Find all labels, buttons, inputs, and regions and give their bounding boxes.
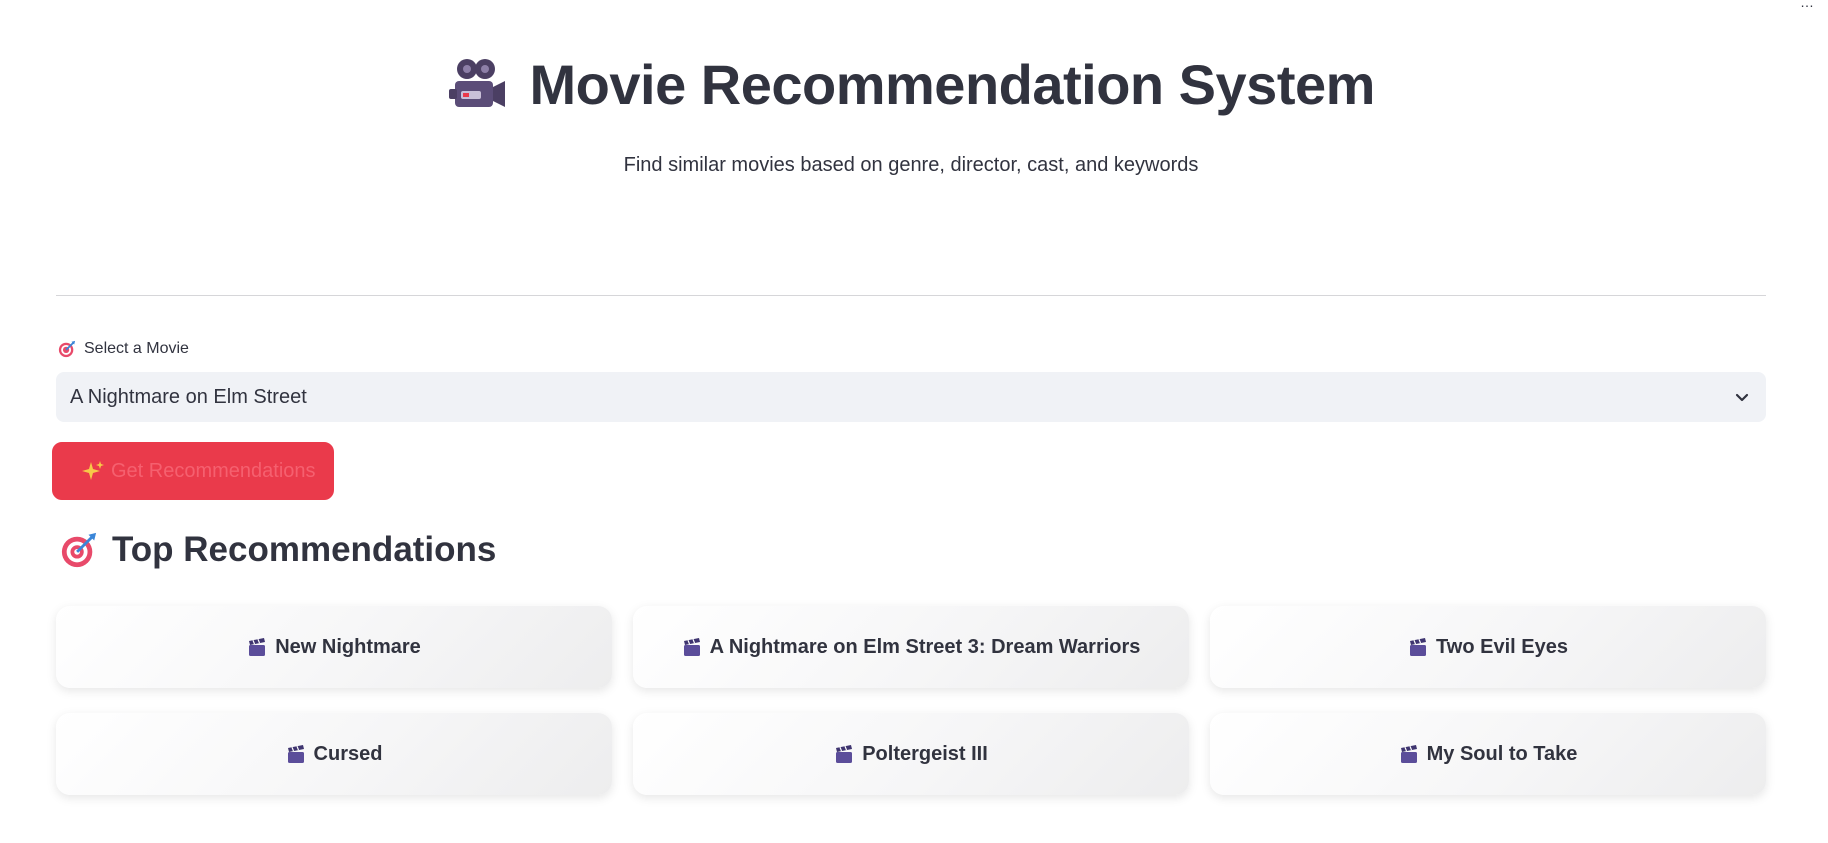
recommendation-card[interactable]: Cursed [56,713,612,795]
get-recommendations-label: Get Recommendations [111,459,316,482]
recommendation-title: New Nightmare [275,635,421,658]
clapperboard-icon [249,638,266,656]
movie-select[interactable]: A Nightmare on Elm Street [56,372,1766,422]
page-subtitle: Find similar movies based on genre, dire… [623,154,1199,176]
page-title: Movie Recommendation System [529,53,1376,116]
recommendations-heading-text: Top Recommendations [112,530,497,569]
get-recommendations-button[interactable]: Get Recommendations [52,442,334,500]
recommendation-title: Two Evil Eyes [1436,635,1568,658]
clapperboard-icon [836,745,853,763]
recommendation-card[interactable]: New Nightmare [56,606,612,688]
recommendation-title: My Soul to Take [1426,742,1578,765]
toolbar-fragment[interactable]: … [1800,0,1814,10]
recommendations-heading: Top Recommendations [60,530,496,570]
chevron-down-icon[interactable] [1732,387,1752,407]
clapperboard-icon [287,745,304,763]
selected-movie: A Nightmare on Elm Street [70,385,307,408]
target-icon [61,532,97,568]
recommendation-title: A Nightmare on Elm Street 3: Dream Warri… [709,635,1141,658]
select-label: Select a Movie [58,340,189,358]
select-label-text: Select a Movie [84,340,189,357]
target-icon [58,340,76,358]
app-page: … Movie Recommendation System Find simil… [0,0,1828,843]
recommendation-card[interactable]: My Soul to Take [1210,713,1766,795]
clapperboard-icon [683,638,700,656]
recommendation-title: Poltergeist III [862,742,988,765]
recommendations-grid: New Nightmare A Nightmare on Elm Street … [56,606,1766,795]
recommendation-card[interactable]: A Nightmare on Elm Street 3: Dream Warri… [633,606,1189,688]
recommendation-card[interactable]: Two Evil Eyes [1210,606,1766,688]
title-row: Movie Recommendation System [56,52,1766,117]
recommendation-card[interactable]: Poltergeist III [633,713,1189,795]
clapperboard-icon [1410,638,1427,656]
clapperboard-icon [1400,745,1417,763]
sparkles-icon [82,461,104,480]
recommendation-title: Cursed [313,742,383,765]
divider [56,295,1766,296]
movie-camera-icon [449,58,506,107]
